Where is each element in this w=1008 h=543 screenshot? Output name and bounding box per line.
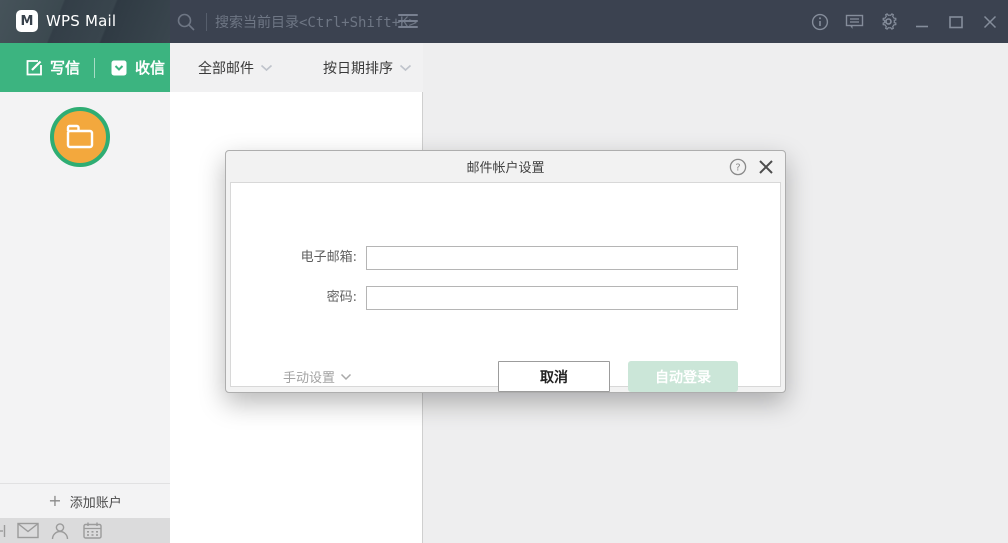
manual-setup-link[interactable]: 手动设置 (283, 367, 352, 386)
titlebar: M WPS Mail 搜索当前目录<Ctrl+Shift+K> (0, 0, 1008, 43)
auto-login-label: 自动登录 (655, 367, 711, 387)
menu-icon[interactable] (398, 12, 418, 30)
chevron-down-icon (340, 373, 352, 381)
mail-sort-dropdown[interactable]: 按日期排序 (323, 58, 412, 78)
compose-button[interactable]: 写信 (25, 57, 80, 78)
mail-filter-label: 全部邮件 (198, 58, 254, 78)
receive-label: 收信 (135, 57, 165, 78)
collapse-panel-icon[interactable] (0, 521, 8, 541)
mail-filter-dropdown[interactable]: 全部邮件 (198, 58, 273, 78)
plus-icon: + (48, 493, 61, 509)
mail-list-header: 全部邮件 按日期排序 (170, 43, 423, 92)
cancel-label: 取消 (540, 367, 568, 387)
dialog-close-icon[interactable] (757, 158, 775, 176)
search-input[interactable]: 搜索当前目录<Ctrl+Shift+K> (170, 0, 417, 43)
dialog-body: 电子邮箱: 密码: 手动设置 取消 自动登录 (230, 182, 781, 387)
module-bar (0, 518, 170, 543)
dialog-title: 邮件帐户设置 (226, 151, 785, 182)
password-label: 密码: (231, 286, 357, 310)
calendar-module-icon[interactable] (80, 521, 104, 541)
compose-label: 写信 (50, 57, 80, 78)
manual-setup-label: 手动设置 (283, 367, 335, 386)
cancel-button[interactable]: 取消 (498, 361, 610, 392)
account-folder-icon[interactable] (50, 107, 110, 167)
wps-mail-window: M WPS Mail 搜索当前目录<Ctrl+Shift+K> (0, 0, 1008, 543)
logo-letter: M (21, 14, 34, 29)
dialog-titlebar[interactable]: 邮件帐户设置 ? (226, 151, 785, 182)
contacts-module-icon[interactable] (48, 521, 72, 541)
email-label: 电子邮箱: (231, 246, 357, 270)
search-separator (206, 13, 207, 31)
selected-module-notch (17, 512, 33, 518)
mail-sort-label: 按日期排序 (323, 58, 393, 78)
minimize-button[interactable] (912, 12, 932, 32)
wps-mail-logo-icon: M (16, 10, 38, 32)
mail-toolbar: 写信 收信 (0, 43, 170, 92)
mail-account-settings-dialog: 邮件帐户设置 ? 电子邮箱: 密码: 手动设置 (225, 150, 786, 393)
email-field[interactable] (366, 246, 738, 270)
svg-text:?: ? (735, 163, 740, 174)
help-icon[interactable]: ? (729, 158, 747, 176)
feedback-icon[interactable] (844, 12, 864, 32)
info-icon[interactable] (810, 12, 830, 32)
search-icon (176, 12, 196, 32)
settings-gear-icon[interactable] (878, 12, 898, 32)
chevron-down-icon (260, 64, 273, 72)
brand-area: M WPS Mail (0, 0, 170, 43)
auto-login-button[interactable]: 自动登录 (628, 361, 738, 392)
mail-module-icon[interactable] (16, 521, 40, 541)
add-account-label: 添加账户 (70, 492, 122, 511)
receive-button[interactable]: 收信 (110, 57, 165, 78)
close-window-button[interactable] (980, 12, 1000, 32)
search-placeholder: 搜索当前目录<Ctrl+Shift+K> (215, 12, 417, 32)
toolbar-separator (94, 58, 95, 78)
receive-icon (110, 59, 128, 77)
maximize-button[interactable] (946, 12, 966, 32)
app-title: WPS Mail (46, 12, 116, 30)
password-field[interactable] (366, 286, 738, 310)
compose-icon (25, 59, 43, 77)
chevron-down-icon (399, 64, 412, 72)
